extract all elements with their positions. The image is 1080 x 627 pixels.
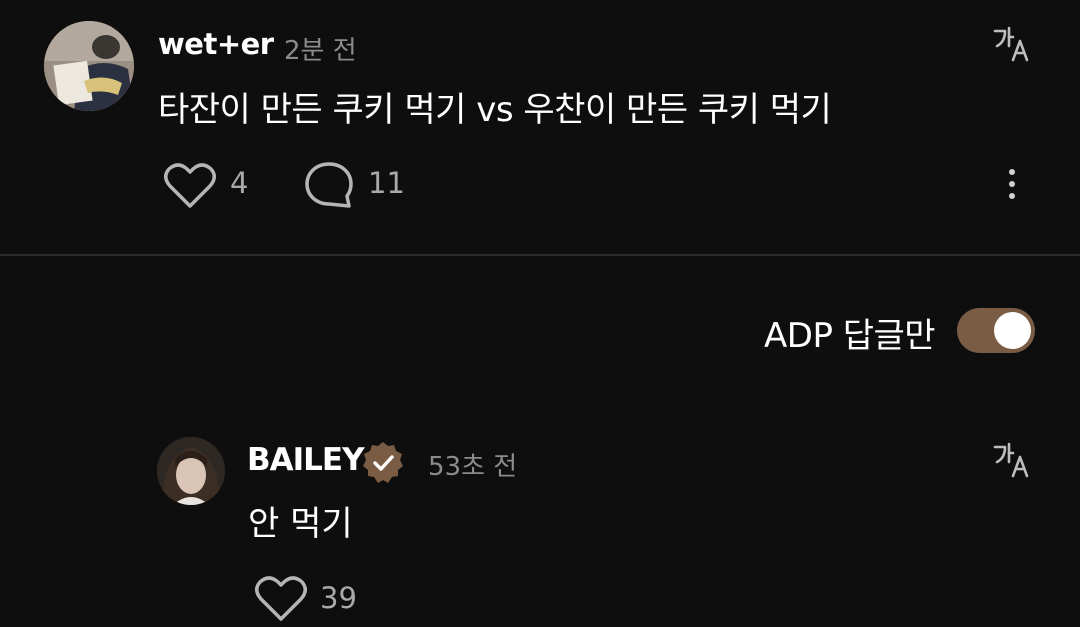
verified-badge-icon (360, 440, 406, 486)
post-author-avatar[interactable] (44, 21, 134, 111)
reply-text: 안 먹기 (248, 504, 353, 544)
reply-like-count: 39 (320, 581, 357, 615)
comment-icon[interactable] (303, 160, 355, 210)
heart-icon[interactable] (254, 575, 308, 623)
reply-author-avatar[interactable] (157, 437, 225, 505)
more-icon[interactable] (1000, 168, 1024, 200)
filter-toggle-label: ADP 답글만 (764, 316, 936, 356)
post-text: 타잔이 만든 쿠키 먹기 vs 우찬이 만든 쿠키 먹기 (158, 90, 832, 130)
translate-icon[interactable] (992, 24, 1032, 64)
translate-icon[interactable] (992, 440, 1032, 480)
post-like-count: 4 (230, 166, 249, 200)
reply-author-username[interactable]: BAILEY (247, 442, 365, 478)
post-author-username[interactable]: wet+er (158, 27, 274, 61)
post-timestamp: 2분 전 (284, 36, 357, 66)
post-reply-count: 11 (368, 166, 405, 200)
divider (0, 254, 1080, 256)
filter-toggle-switch[interactable] (957, 308, 1035, 353)
heart-icon[interactable] (163, 162, 217, 210)
toggle-knob (994, 312, 1031, 349)
reply-timestamp: 53초 전 (428, 452, 518, 482)
